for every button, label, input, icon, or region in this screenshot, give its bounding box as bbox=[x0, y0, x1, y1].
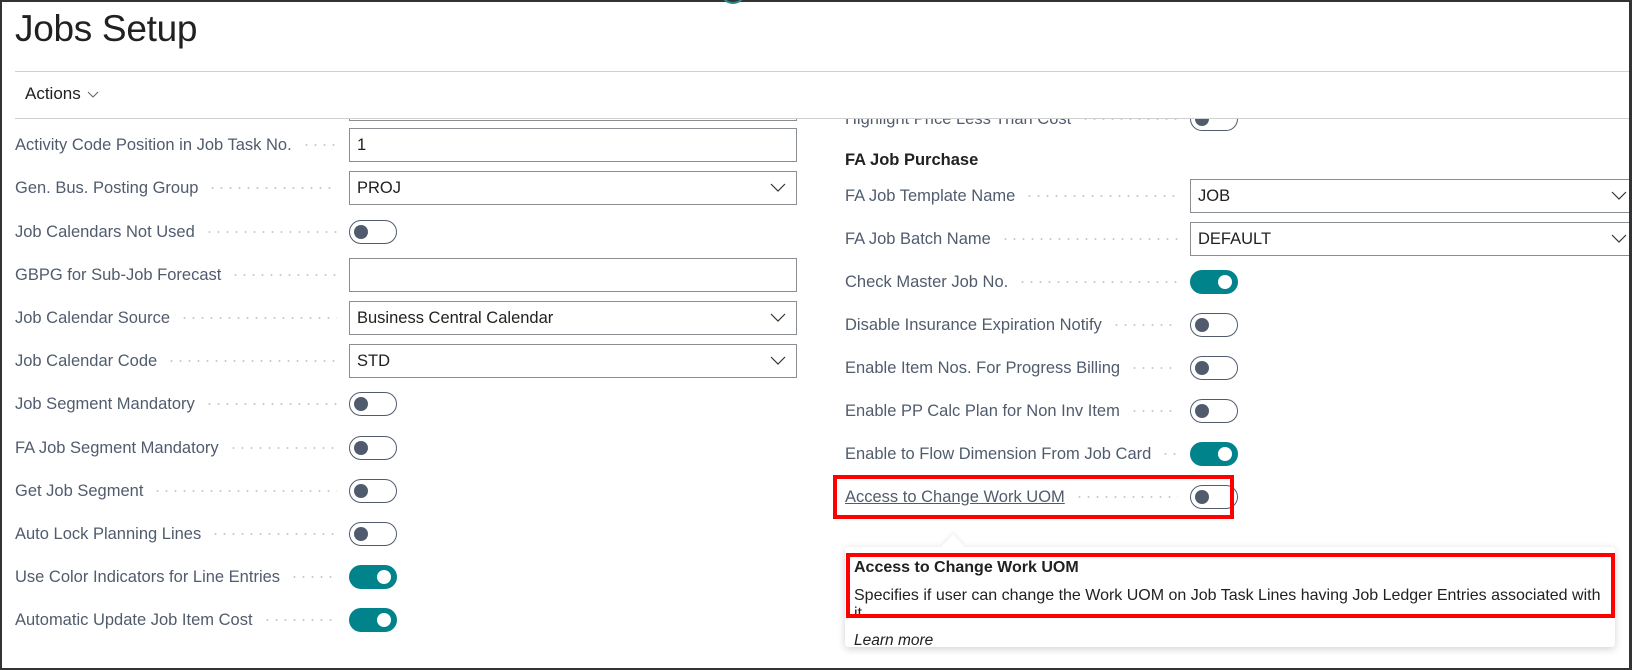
field-label: Disable Insurance Expiration Notify bbox=[845, 315, 1102, 334]
job-segment-mandatory-toggle[interactable] bbox=[349, 392, 397, 416]
field-label: FA Job Template Name bbox=[845, 186, 1016, 205]
field-automatic-update-job-item-cost: Automatic Update Job Item Cost bbox=[0, 603, 397, 637]
field-disable-insurance-expiration-notify: Disable Insurance Expiration Notify bbox=[845, 308, 1238, 342]
tooltip-body: Specifies if user can change the Work UO… bbox=[854, 587, 1601, 622]
form-content: Activity Code Position in Job Task No. 1… bbox=[0, 119, 1632, 668]
gbpg-sub-job-forecast-input[interactable] bbox=[349, 258, 797, 292]
field-get-job-segment: Get Job Segment bbox=[0, 474, 397, 508]
field-label: Enable PP Calc Plan for Non Inv Item bbox=[845, 401, 1120, 420]
field-label: Get Job Segment bbox=[15, 481, 144, 500]
job-calendar-source-select[interactable]: Business Central Calendar bbox=[349, 301, 797, 335]
actions-menu-button[interactable]: Actions bbox=[25, 84, 99, 104]
field-enable-item-nos-progress-billing: Enable Item Nos. For Progress Billing bbox=[845, 351, 1238, 385]
fa-job-batch-name-select[interactable]: DEFAULT bbox=[1190, 222, 1632, 256]
field-job-calendar-source: Job Calendar Source Business Central Cal… bbox=[0, 301, 797, 335]
field-job-segment-mandatory: Job Segment Mandatory bbox=[0, 387, 397, 421]
actions-label: Actions bbox=[25, 84, 81, 103]
auto-lock-planning-lines-toggle[interactable] bbox=[349, 522, 397, 546]
field-gen-bus-posting-group: Gen. Bus. Posting Group PROJ bbox=[0, 171, 797, 205]
field-label: Job Calendar Source bbox=[15, 308, 171, 327]
field-gbpg-sub-job-forecast: GBPG for Sub-Job Forecast bbox=[0, 258, 797, 292]
field-label: Activity Code Position in Job Task No. bbox=[15, 135, 292, 154]
field-label: Enable to Flow Dimension From Job Card bbox=[845, 444, 1152, 463]
gen-bus-posting-group-select[interactable]: PROJ bbox=[349, 171, 797, 205]
drag-handle-icon bbox=[720, 0, 746, 4]
chevron-down-icon bbox=[1611, 191, 1627, 200]
field-job-calendars-not-used: Job Calendars Not Used bbox=[0, 215, 397, 249]
field-tooltip: Access to Change Work UOM Specifies if u… bbox=[845, 534, 1615, 650]
disable-insurance-expiration-notify-toggle[interactable] bbox=[1190, 313, 1238, 337]
scrolled-field-input[interactable] bbox=[349, 119, 797, 121]
field-enable-pp-calc-plan: Enable PP Calc Plan for Non Inv Item bbox=[845, 394, 1238, 428]
field-fa-job-template-name: FA Job Template Name JOB bbox=[845, 179, 1632, 213]
chevron-down-icon bbox=[770, 183, 786, 192]
field-label: Auto Lock Planning Lines bbox=[15, 524, 202, 543]
field-label: Highlight Price Less Than Cost bbox=[845, 119, 1071, 129]
chevron-down-icon bbox=[770, 313, 786, 322]
field-label: Job Calendar Code bbox=[15, 351, 158, 370]
field-highlight-price-less-than-cost: Highlight Price Less Than Cost bbox=[845, 119, 1238, 136]
field-label: Job Calendars Not Used bbox=[15, 222, 195, 241]
activity-code-position-input[interactable]: 1 bbox=[349, 128, 797, 162]
field-label: Job Segment Mandatory bbox=[15, 394, 195, 413]
enable-item-nos-progress-billing-toggle[interactable] bbox=[1190, 356, 1238, 380]
field-fa-job-batch-name: FA Job Batch Name DEFAULT bbox=[845, 222, 1632, 256]
access-change-work-uom-label-link[interactable]: Access to Change Work UOM bbox=[845, 488, 1065, 507]
field-label: Enable Item Nos. For Progress Billing bbox=[845, 358, 1121, 377]
field-job-calendar-code: Job Calendar Code STD bbox=[0, 344, 797, 378]
automatic-update-job-item-cost-toggle[interactable] bbox=[349, 608, 397, 632]
fa-job-segment-mandatory-toggle[interactable] bbox=[349, 436, 397, 460]
field-label: Check Master Job No. bbox=[845, 272, 1009, 291]
field-label: GBPG for Sub-Job Forecast bbox=[15, 265, 222, 284]
chevron-down-icon bbox=[770, 356, 786, 365]
chevron-down-icon bbox=[87, 91, 99, 98]
job-calendar-code-select[interactable]: STD bbox=[349, 344, 797, 378]
divider bbox=[15, 71, 1629, 72]
field-label: Automatic Update Job Item Cost bbox=[15, 610, 253, 629]
fa-job-template-name-select[interactable]: JOB bbox=[1190, 179, 1632, 213]
highlight-price-less-than-cost-toggle[interactable] bbox=[1190, 119, 1238, 131]
field-auto-lock-planning-lines: Auto Lock Planning Lines bbox=[0, 517, 397, 551]
field-fa-job-segment-mandatory: FA Job Segment Mandatory bbox=[0, 431, 397, 465]
get-job-segment-toggle[interactable] bbox=[349, 479, 397, 503]
learn-more-link[interactable]: Learn more bbox=[854, 632, 933, 650]
field-use-color-indicators: Use Color Indicators for Line Entries bbox=[0, 560, 397, 594]
field-label: Gen. Bus. Posting Group bbox=[15, 178, 199, 197]
page-title: Jobs Setup bbox=[15, 8, 198, 49]
field-label: FA Job Batch Name bbox=[845, 229, 991, 248]
check-master-job-no-toggle[interactable] bbox=[1190, 270, 1238, 294]
field-access-change-work-uom: Access to Change Work UOM bbox=[845, 480, 1238, 514]
divider bbox=[15, 118, 1629, 119]
field-enable-flow-dimension: Enable to Flow Dimension From Job Card bbox=[845, 437, 1238, 471]
section-heading-fa-job-purchase: FA Job Purchase bbox=[845, 151, 979, 169]
enable-flow-dimension-toggle[interactable] bbox=[1190, 442, 1238, 466]
use-color-indicators-toggle[interactable] bbox=[349, 565, 397, 589]
job-calendars-not-used-toggle[interactable] bbox=[349, 220, 397, 244]
field-activity-code-position: Activity Code Position in Job Task No. 1 bbox=[0, 128, 797, 162]
chevron-down-icon bbox=[1611, 234, 1627, 243]
field-label: FA Job Segment Mandatory bbox=[15, 438, 219, 457]
field-label: Use Color Indicators for Line Entries bbox=[15, 567, 281, 586]
enable-pp-calc-plan-toggle[interactable] bbox=[1190, 399, 1238, 423]
tooltip-title: Access to Change Work UOM bbox=[854, 559, 1079, 576]
field-check-master-job-no: Check Master Job No. bbox=[845, 265, 1238, 299]
access-change-work-uom-toggle[interactable] bbox=[1190, 485, 1238, 509]
